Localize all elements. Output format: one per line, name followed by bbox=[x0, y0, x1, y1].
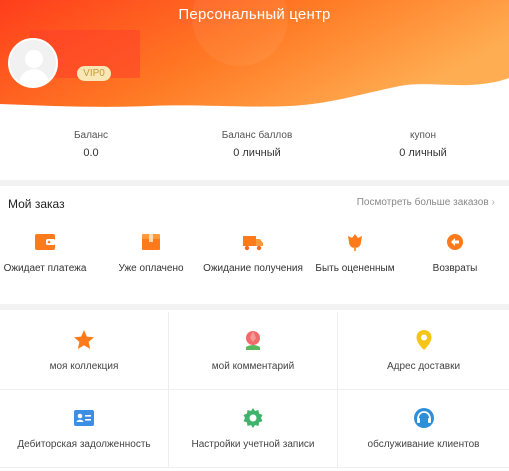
flower-icon bbox=[348, 234, 362, 251]
my-order-header: Мой заказ Посмотреть больше заказов › bbox=[0, 194, 509, 214]
view-more-orders-link[interactable]: Посмотреть больше заказов › bbox=[357, 197, 495, 208]
order-to-review[interactable]: Быть оцененным bbox=[304, 232, 406, 276]
order-label: Ожидание получения bbox=[203, 263, 303, 274]
stat-coupon[interactable]: купон 0 личный bbox=[338, 130, 508, 159]
stats-bar: Баланс 0.0 Баланс баллов 0 личный купон … bbox=[0, 112, 509, 180]
wallet-icon bbox=[35, 234, 55, 250]
chevron-right-icon: › bbox=[491, 197, 495, 208]
grid-item-label: обслуживание клиентов bbox=[367, 439, 480, 450]
grid-item-comments[interactable]: мой комментарий bbox=[169, 312, 338, 390]
vip-badge: VIP0 bbox=[77, 66, 111, 81]
grid-item-collection[interactable]: моя коллекция bbox=[0, 312, 169, 390]
order-label: Ожидает платежа bbox=[3, 263, 87, 274]
box-icon bbox=[142, 234, 160, 250]
stat-points[interactable]: Баланс баллов 0 личный bbox=[172, 130, 342, 159]
return-icon bbox=[447, 234, 463, 250]
order-awaiting-receipt[interactable]: Ожидание получения bbox=[202, 232, 304, 276]
id-card-icon bbox=[74, 410, 94, 426]
stat-label: купон bbox=[410, 130, 436, 141]
profile-header: Персональный центр VIP0 bbox=[0, 0, 509, 112]
grid-item-label: моя коллекция bbox=[49, 361, 119, 372]
location-pin-icon bbox=[416, 330, 431, 350]
gear-icon bbox=[243, 408, 263, 428]
headset-icon bbox=[413, 408, 434, 428]
order-label: Быть оцененным bbox=[315, 263, 395, 274]
avatar[interactable] bbox=[8, 38, 58, 88]
stat-label: Баланс bbox=[73, 130, 109, 141]
page-title: Персональный центр bbox=[178, 6, 331, 23]
stat-value: 0 личный bbox=[233, 147, 281, 159]
stat-value: 0.0 bbox=[83, 147, 99, 159]
grid-item-label: Настройки учетной записи bbox=[191, 439, 315, 450]
stat-balance[interactable]: Баланс 0.0 bbox=[6, 130, 176, 159]
stat-value: 0 личный bbox=[399, 147, 447, 159]
order-paid[interactable]: Уже оплачено bbox=[100, 232, 202, 276]
user-avatar-icon bbox=[18, 50, 50, 86]
grid-item-label: Адрес доставки bbox=[386, 361, 461, 372]
grid-item-customer-service[interactable]: обслуживание клиентов bbox=[338, 390, 509, 468]
order-label: Возвраты bbox=[432, 263, 478, 274]
order-awaiting-payment[interactable]: Ожидает платежа bbox=[0, 232, 96, 276]
stat-label: Баланс баллов bbox=[221, 130, 293, 141]
section-divider bbox=[0, 180, 509, 186]
grid-item-label: мой комментарий bbox=[211, 361, 295, 372]
feature-grid: моя коллекция мой комментарий Адрес дост… bbox=[0, 312, 509, 468]
my-order-title: Мой заказ bbox=[8, 197, 65, 211]
grid-item-label: Дебиторская задолженность bbox=[17, 439, 151, 450]
section-divider bbox=[0, 304, 509, 310]
grid-item-receivables[interactable]: Дебиторская задолженность bbox=[0, 390, 169, 468]
tulip-icon bbox=[246, 331, 260, 350]
order-label: Уже оплачено bbox=[118, 263, 184, 274]
star-icon bbox=[74, 330, 94, 349]
truck-icon bbox=[243, 236, 263, 251]
grid-item-account-settings[interactable]: Настройки учетной записи bbox=[169, 390, 338, 468]
view-more-orders-label: Посмотреть больше заказов bbox=[356, 197, 489, 208]
grid-item-address[interactable]: Адрес доставки bbox=[338, 312, 509, 390]
order-returns[interactable]: Возвраты bbox=[404, 232, 506, 276]
